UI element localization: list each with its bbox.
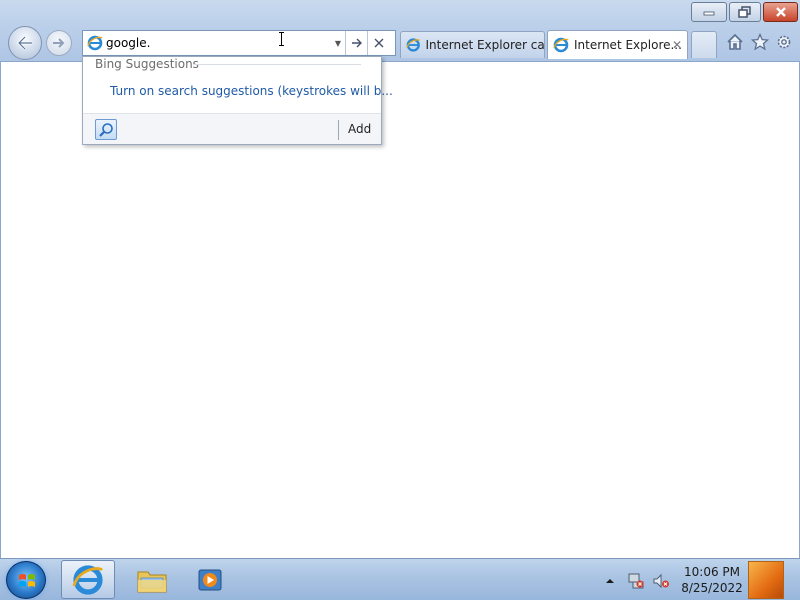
- ie-icon: [72, 564, 103, 595]
- gear-icon: [777, 35, 791, 49]
- taskbar: 10:06 PM 8/25/2022: [0, 558, 800, 600]
- back-button[interactable]: [8, 26, 42, 60]
- suggestions-header: Bing Suggestions: [95, 57, 199, 71]
- taskbar-windows-explorer[interactable]: [125, 560, 179, 599]
- system-clock[interactable]: 10:06 PM 8/25/2022: [680, 564, 744, 596]
- star-icon: [751, 33, 769, 51]
- search-provider-button[interactable]: [95, 119, 117, 140]
- taskbar-media-player[interactable]: [183, 560, 237, 599]
- add-search-provider-button[interactable]: Add: [348, 122, 371, 136]
- close-button[interactable]: [763, 2, 798, 22]
- folder-icon: [137, 571, 167, 592]
- tab-internet-explorer-active[interactable]: Internet Explore... ✕: [547, 30, 688, 59]
- search-suggestions-dropdown: Bing Suggestions Turn on search suggesti…: [82, 56, 393, 145]
- restore-icon: [738, 6, 751, 18]
- new-tab-button[interactable]: [691, 31, 717, 58]
- media-player-icon: [198, 569, 222, 590]
- tab-label: Internet Explorer ca...: [425, 38, 544, 52]
- text-cursor-icon: [279, 32, 284, 46]
- show-desktop-button[interactable]: [748, 561, 784, 599]
- ie-icon: [406, 38, 421, 52]
- minimize-button[interactable]: [691, 2, 727, 22]
- taskbar-internet-explorer[interactable]: [61, 560, 115, 599]
- arrow-right-icon: [53, 38, 65, 48]
- divider: [193, 64, 361, 65]
- address-bar[interactable]: ▼: [82, 30, 396, 56]
- close-icon: [374, 38, 383, 48]
- restore-button[interactable]: [729, 2, 761, 22]
- tab-label: Internet Explore...: [574, 38, 682, 52]
- volume-muted-icon[interactable]: [652, 572, 670, 590]
- start-button[interactable]: [6, 561, 46, 599]
- turn-on-suggestions-link[interactable]: Turn on search suggestions (keystrokes w…: [110, 84, 393, 98]
- network-icon[interactable]: [627, 572, 645, 590]
- home-icon: [727, 33, 743, 50]
- arrow-right-icon: [351, 38, 362, 48]
- clock-time: 10:06 PM: [684, 565, 740, 579]
- chevron-down-icon: ▼: [334, 38, 342, 48]
- show-hidden-icons-icon[interactable]: [605, 576, 615, 586]
- minimize-icon: [703, 11, 715, 16]
- tab-close-icon[interactable]: ✕: [672, 38, 682, 52]
- ie-icon: [553, 37, 569, 53]
- arrow-left-icon: [16, 35, 32, 51]
- home-button[interactable]: [725, 32, 745, 52]
- tools-button[interactable]: [774, 32, 794, 52]
- suggestions-footer: Add: [83, 113, 381, 144]
- ie-icon: [87, 35, 103, 51]
- address-input[interactable]: [106, 33, 331, 53]
- forward-button[interactable]: [46, 30, 72, 56]
- browser-toolbar: ▼ Internet Explorer ca... Internet Explo…: [0, 0, 800, 62]
- close-icon: [775, 7, 786, 17]
- clock-date: 8/25/2022: [681, 581, 743, 595]
- windows-logo-icon: [19, 574, 35, 587]
- search-icon: [99, 122, 113, 137]
- tab-internet-explorer-cannot[interactable]: Internet Explorer ca...: [400, 31, 545, 58]
- go-button[interactable]: [345, 31, 367, 55]
- favorites-button[interactable]: [750, 32, 770, 52]
- stop-button[interactable]: [367, 31, 389, 55]
- address-dropdown-button[interactable]: ▼: [331, 39, 345, 48]
- divider: [338, 120, 339, 140]
